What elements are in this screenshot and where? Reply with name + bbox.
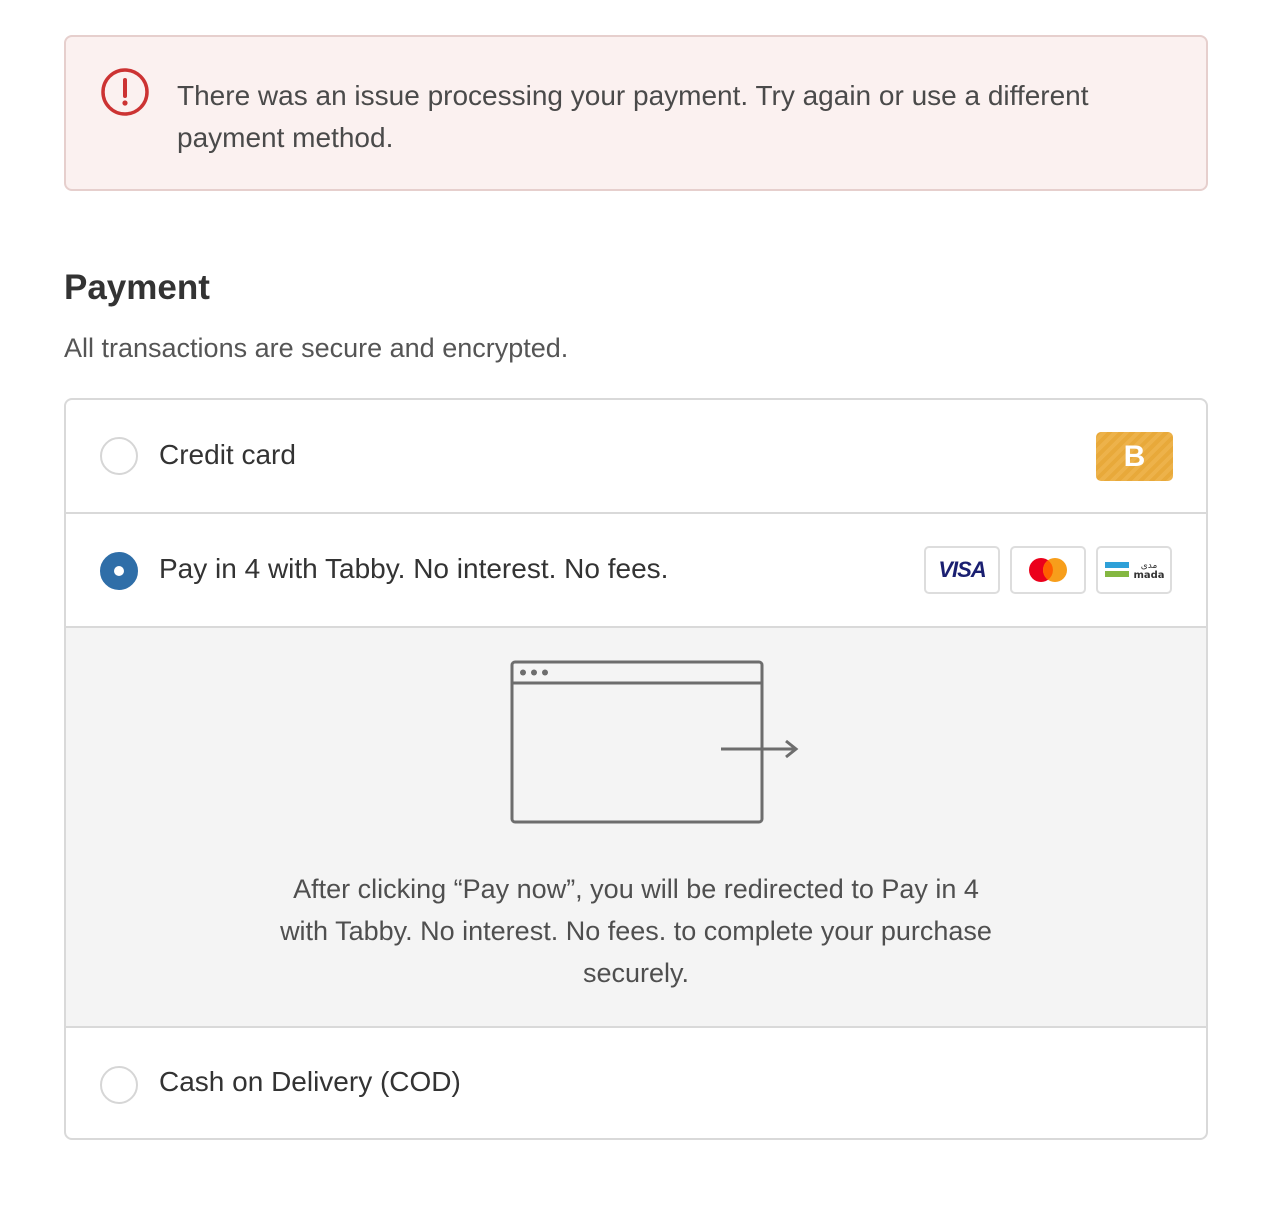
tabby-label: Pay in 4 with Tabby. No interest. No fee…: [159, 553, 669, 584]
payment-methods-list: Credit card B Pay in 4 with Tabby. No in…: [64, 398, 1208, 1140]
payment-title: Payment: [64, 268, 210, 307]
alert-circle-icon: [101, 68, 149, 116]
payment-option-tabby[interactable]: Pay in 4 with Tabby. No interest. No fee…: [66, 514, 1206, 628]
payment-option-credit-card[interactable]: Credit card B: [66, 400, 1206, 514]
visa-icon: VISA: [924, 546, 1000, 594]
tabby-radio[interactable]: [100, 552, 138, 590]
error-banner: There was an issue processing your payme…: [64, 35, 1208, 191]
card-brand-badge: B: [1096, 432, 1173, 481]
payment-option-cod[interactable]: Cash on Delivery (COD): [66, 1028, 1206, 1138]
mastercard-logo: [1029, 558, 1067, 582]
mada-icon: مدى mada: [1096, 546, 1172, 594]
error-message: There was an issue processing your payme…: [177, 80, 1089, 153]
payment-subtitle: All transactions are secure and encrypte…: [64, 333, 569, 363]
browser-redirect-icon: [510, 660, 799, 824]
visa-wordmark: VISA: [938, 557, 986, 582]
mada-latin-text: mada: [1133, 570, 1164, 581]
mada-logo: مدى mada: [1105, 561, 1165, 581]
cod-label: Cash on Delivery (COD): [159, 1066, 461, 1097]
mastercard-icon: [1010, 546, 1086, 594]
redirect-message: After clicking “Pay now”, you will be re…: [280, 874, 992, 988]
cod-radio[interactable]: [100, 1066, 138, 1104]
tabby-redirect-panel: After clicking “Pay now”, you will be re…: [66, 628, 1206, 1028]
credit-card-radio[interactable]: [100, 437, 138, 475]
credit-card-label: Credit card: [159, 439, 296, 470]
